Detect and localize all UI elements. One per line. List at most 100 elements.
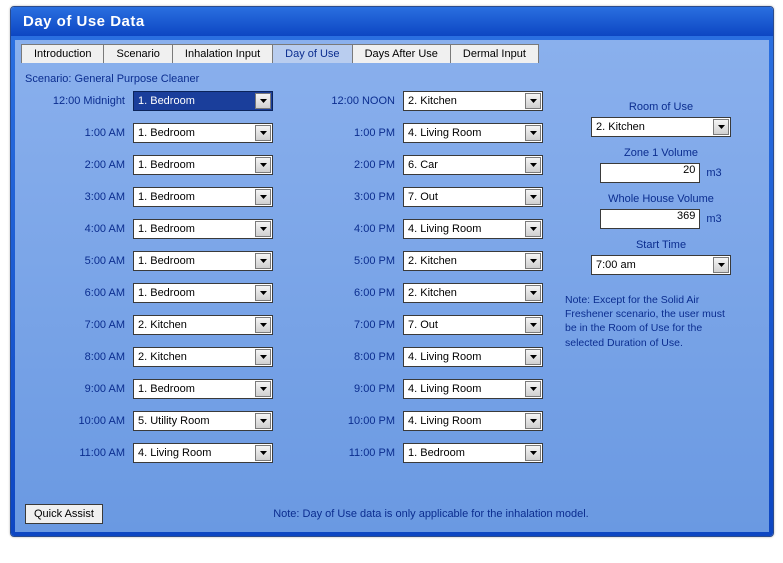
am-room-select[interactable]: 1. Bedroom — [133, 155, 273, 175]
pm-time-label: 8:00 PM — [295, 351, 403, 363]
pm-room-select[interactable]: 1. Bedroom — [403, 443, 543, 463]
am-room-select[interactable]: 2. Kitchen — [133, 347, 273, 367]
pm-room-value: 4. Living Room — [408, 223, 524, 235]
am-time-label: 9:00 AM — [25, 383, 133, 395]
chevron-down-icon — [713, 257, 729, 273]
tab-inhalation-input[interactable]: Inhalation Input — [172, 44, 273, 63]
am-time-label: 4:00 AM — [25, 223, 133, 235]
am-room-select[interactable]: 1. Bedroom — [133, 219, 273, 239]
chevron-down-icon — [255, 157, 271, 173]
quick-assist-button[interactable]: Quick Assist — [25, 504, 103, 524]
am-row: 3:00 AM 1. Bedroom — [25, 185, 273, 209]
am-time-label: 1:00 AM — [25, 127, 133, 139]
pm-room-value: 4. Living Room — [408, 415, 524, 427]
pm-time-label: 7:00 PM — [295, 319, 403, 331]
am-room-value: 1. Bedroom — [138, 287, 254, 299]
pm-room-value: 4. Living Room — [408, 127, 524, 139]
am-row: 10:00 AM5. Utility Room — [25, 409, 273, 433]
am-column: 12:00 Midnight1. Bedroom1:00 AM1. Bedroo… — [25, 89, 273, 465]
tab-introduction[interactable]: Introduction — [21, 44, 104, 63]
start-time-select[interactable]: 7:00 am — [591, 255, 731, 275]
zone1-unit: m3 — [706, 167, 721, 179]
pm-room-value: 4. Living Room — [408, 383, 524, 395]
am-room-select[interactable]: 1. Bedroom — [133, 123, 273, 143]
am-row: 4:00 AM1. Bedroom — [25, 217, 273, 241]
am-room-value: 1. Bedroom — [138, 191, 254, 203]
chevron-down-icon — [525, 413, 541, 429]
chevron-down-icon — [255, 285, 271, 301]
chevron-down-icon — [525, 93, 541, 109]
pm-room-value: 2. Kitchen — [408, 255, 524, 267]
pm-room-value: 2. Kitchen — [408, 95, 524, 107]
tab-dermal-input[interactable]: Dermal Input — [450, 44, 539, 63]
pm-row: 8:00 PM4. Living Room — [295, 345, 543, 369]
pm-room-select[interactable]: 4. Living Room — [403, 123, 543, 143]
pm-room-value: 1. Bedroom — [408, 447, 524, 459]
start-time-label: Start Time — [563, 239, 759, 251]
pm-row: 6:00 PM2. Kitchen — [295, 281, 543, 305]
chevron-down-icon — [255, 317, 271, 333]
am-room-value: 2. Kitchen — [138, 319, 254, 331]
pm-time-label: 2:00 PM — [295, 159, 403, 171]
chevron-down-icon — [525, 381, 541, 397]
pm-room-select[interactable]: 6. Car — [403, 155, 543, 175]
am-room-select[interactable]: 5. Utility Room — [133, 411, 273, 431]
pm-time-label: 3:00 PM — [295, 191, 403, 203]
pm-room-value: 6. Car — [408, 159, 524, 171]
pm-room-select[interactable]: 2. Kitchen — [403, 283, 543, 303]
whole-house-unit: m3 — [706, 213, 721, 225]
pm-row: 4:00 PM4. Living Room — [295, 217, 543, 241]
am-time-label: 5:00 AM — [25, 255, 133, 267]
pm-row: 9:00 PM4. Living Room — [295, 377, 543, 401]
room-of-use-value: 2. Kitchen — [596, 121, 712, 133]
pm-row: 11:00 PM 1. Bedroom — [295, 441, 543, 465]
pm-time-label: 11:00 PM — [295, 447, 403, 459]
am-room-select[interactable]: 1. Bedroom — [133, 91, 273, 111]
tab-day-of-use[interactable]: Day of Use — [272, 44, 352, 63]
window-frame: Day of Use Data IntroductionScenarioInha… — [10, 6, 774, 537]
am-room-value: 4. Living Room — [138, 447, 254, 459]
am-room-select[interactable]: 2. Kitchen — [133, 315, 273, 335]
chevron-down-icon — [255, 413, 271, 429]
pm-room-select[interactable]: 4. Living Room — [403, 379, 543, 399]
pm-room-select[interactable]: 4. Living Room — [403, 411, 543, 431]
am-room-select[interactable]: 1. Bedroom — [133, 379, 273, 399]
whole-house-volume-input[interactable]: 369 — [600, 209, 700, 229]
chevron-down-icon — [713, 119, 729, 135]
am-row: 8:00 AM2. Kitchen — [25, 345, 273, 369]
zone1-volume-input[interactable]: 20 — [600, 163, 700, 183]
am-room-select[interactable]: 1. Bedroom — [133, 251, 273, 271]
pm-time-label: 10:00 PM — [295, 415, 403, 427]
pm-row: 7:00 PM 7. Out — [295, 313, 543, 337]
pm-time-label: 1:00 PM — [295, 127, 403, 139]
pm-room-value: 7. Out — [408, 191, 524, 203]
window-title: Day of Use Data — [11, 7, 773, 36]
am-room-select[interactable]: 1. Bedroom — [133, 283, 273, 303]
pm-time-label: 5:00 PM — [295, 255, 403, 267]
pm-room-select[interactable]: 2. Kitchen — [403, 251, 543, 271]
pm-room-value: 7. Out — [408, 319, 524, 331]
pm-room-select[interactable]: 7. Out — [403, 315, 543, 335]
chevron-down-icon — [255, 445, 271, 461]
pm-row: 12:00 NOON2. Kitchen — [295, 89, 543, 113]
pm-room-select[interactable]: 2. Kitchen — [403, 91, 543, 111]
am-room-value: 1. Bedroom — [138, 127, 254, 139]
tab-scenario[interactable]: Scenario — [103, 44, 172, 63]
pm-column: 12:00 NOON2. Kitchen 1:00 PM 4. Living Roo… — [295, 89, 543, 465]
am-room-select[interactable]: 1. Bedroom — [133, 187, 273, 207]
chevron-down-icon — [525, 221, 541, 237]
pm-room-select[interactable]: 4. Living Room — [403, 347, 543, 367]
am-time-label: 2:00 AM — [25, 159, 133, 171]
room-of-use-select[interactable]: 2. Kitchen — [591, 117, 731, 137]
chevron-down-icon — [525, 317, 541, 333]
chevron-down-icon — [255, 253, 271, 269]
pm-row: 10:00 PM 4. Living Room — [295, 409, 543, 433]
pm-room-select[interactable]: 4. Living Room — [403, 219, 543, 239]
am-row: 9:00 AM1. Bedroom — [25, 377, 273, 401]
am-time-label: 11:00 AM — [25, 447, 133, 459]
am-room-value: 1. Bedroom — [138, 159, 254, 171]
am-room-select[interactable]: 4. Living Room — [133, 443, 273, 463]
tab-days-after-use[interactable]: Days After Use — [352, 44, 451, 63]
am-time-label: 3:00 AM — [25, 191, 133, 203]
pm-room-select[interactable]: 7. Out — [403, 187, 543, 207]
